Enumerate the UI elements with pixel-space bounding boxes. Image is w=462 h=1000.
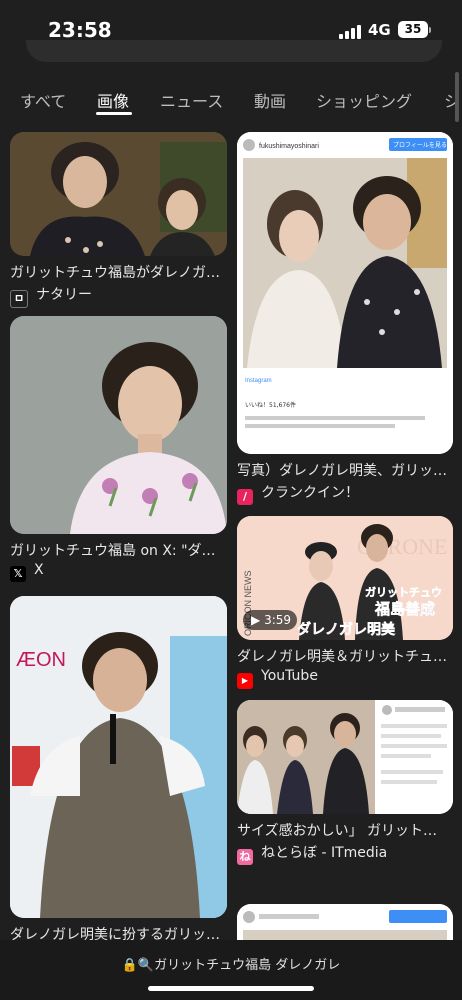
instagram-post-screenshot-partial bbox=[237, 904, 453, 940]
insta-profile-button: プロフィールを見る bbox=[393, 142, 447, 149]
natalie-icon: ㅁ bbox=[10, 290, 28, 308]
active-tab-indicator bbox=[96, 112, 132, 115]
photo-person-school-uniform: ÆON bbox=[10, 596, 227, 918]
source-label: X bbox=[34, 562, 44, 578]
search-query: ガリットチュウ福島 ダレノガレ bbox=[154, 958, 341, 973]
search-box-edge[interactable] bbox=[26, 40, 442, 62]
home-indicator[interactable] bbox=[148, 986, 314, 991]
image-result-3[interactable]: ÆON ダレノガレ明美に扮するガリッ… bbox=[10, 596, 227, 943]
overlay-name-2: 福島善成 bbox=[374, 600, 435, 618]
result-thumbnail[interactable]: ÆON bbox=[10, 596, 227, 918]
result-thumbnail[interactable] bbox=[237, 904, 453, 940]
result-caption[interactable]: 写真）ダレノガレ明美、ガリッ… bbox=[237, 460, 453, 480]
result-thumbnail[interactable] bbox=[10, 132, 227, 256]
result-source[interactable]: ねねとらぼ - ITmedia bbox=[237, 842, 388, 865]
source-label: ねとらぼ - ITmedia bbox=[261, 845, 388, 861]
netorabo-icon: ね bbox=[237, 849, 253, 865]
lock-icon: 🔒 bbox=[121, 958, 138, 973]
image-result-1[interactable]: ガリットチュウ福島がダレノガ… ㅁナタリー bbox=[10, 132, 227, 308]
overlay-name-1: ガリットチュウ bbox=[365, 585, 442, 599]
play-icon: ▶ bbox=[251, 613, 261, 627]
video-duration-badge: ▶ 3:59 bbox=[243, 610, 297, 630]
search-tabs: すべて 画像 ニュース 動画 ショッピング シ bbox=[0, 84, 462, 116]
result-caption[interactable]: ガリットチュウ福島 on X: "ダ… bbox=[10, 540, 227, 560]
photo-three-people bbox=[237, 700, 453, 814]
tab-shopping[interactable]: ショッピング bbox=[316, 88, 412, 112]
source-label: クランクイン！ bbox=[261, 485, 359, 501]
result-caption[interactable]: ガリットチュウ福島がダレノガ… bbox=[10, 262, 227, 282]
crankin-icon: / bbox=[237, 489, 253, 505]
address-bar[interactable]: 🔒🔍ガリットチュウ福島 ダレノガレ bbox=[0, 954, 462, 973]
result-caption[interactable]: ダレノガレ明美＆ガリットチュ… bbox=[237, 646, 453, 666]
image-result-6[interactable]: サイズ感おかしい」 ガリット… ねねとらぼ - ITmedia bbox=[237, 700, 453, 890]
battery-icon: 35 bbox=[398, 21, 428, 38]
result-thumbnail[interactable]: CARONE ORICON NEWS ガリットチュウ 福島善成 ダレノガレ明美 … bbox=[237, 516, 453, 640]
result-caption[interactable]: サイズ感おかしい」 ガリット… bbox=[237, 820, 453, 840]
tab-images[interactable]: 画像 bbox=[97, 88, 129, 112]
battery-tip bbox=[429, 27, 431, 33]
x-icon: 𝕏 bbox=[10, 566, 26, 582]
youtube-icon: ▶ bbox=[237, 673, 253, 689]
status-time: 23:58 bbox=[48, 18, 112, 42]
source-label: YouTube bbox=[261, 668, 318, 684]
result-source[interactable]: 𝕏X bbox=[10, 562, 44, 582]
insta-username: fukushimayoshinari bbox=[259, 143, 319, 150]
result-thumbnail[interactable] bbox=[237, 700, 453, 814]
result-thumbnail[interactable]: fukushimayoshinari プロフィールを見る Instagram い… bbox=[237, 132, 453, 454]
instagram-post-screenshot: fukushimayoshinari プロフィールを見る Instagram い… bbox=[237, 132, 453, 454]
image-result-4[interactable]: fukushimayoshinari プロフィールを見る Instagram い… bbox=[237, 132, 453, 505]
tab-videos[interactable]: 動画 bbox=[254, 88, 286, 112]
search-icon: 🔍 bbox=[137, 958, 155, 973]
photo-two-women bbox=[10, 132, 227, 256]
insta-likes: いいね！51,676件 bbox=[245, 401, 296, 409]
result-source[interactable]: ㅁナタリー bbox=[10, 284, 92, 308]
image-result-5[interactable]: CARONE ORICON NEWS ガリットチュウ 福島善成 ダレノガレ明美 … bbox=[237, 516, 453, 689]
photo-woman-floral-dress bbox=[10, 316, 227, 534]
tab-all[interactable]: すべて bbox=[20, 88, 66, 112]
bottom-url-bar[interactable]: 🔒🔍ガリットチュウ福島 ダレノガレ bbox=[0, 940, 462, 1000]
cellular-signal-icon bbox=[339, 25, 363, 39]
svg-text:Instagram: Instagram bbox=[245, 378, 272, 384]
overlay-name-3: ダレノガレ明美 bbox=[297, 621, 396, 638]
image-result-7[interactable] bbox=[237, 904, 453, 940]
result-thumbnail[interactable] bbox=[10, 316, 227, 534]
source-label: ナタリー bbox=[36, 287, 92, 303]
video-duration: 3:59 bbox=[264, 613, 292, 627]
aeon-logo: ÆON bbox=[16, 649, 66, 671]
image-result-2[interactable]: ガリットチュウ福島 on X: "ダ… 𝕏X bbox=[10, 316, 227, 582]
result-source[interactable]: ▶ YouTube bbox=[237, 668, 318, 689]
network-type: 4G bbox=[368, 21, 391, 39]
scrollbar[interactable] bbox=[455, 72, 459, 122]
result-source[interactable]: / クランクイン！ bbox=[237, 482, 359, 505]
tab-news[interactable]: ニュース bbox=[160, 88, 223, 112]
